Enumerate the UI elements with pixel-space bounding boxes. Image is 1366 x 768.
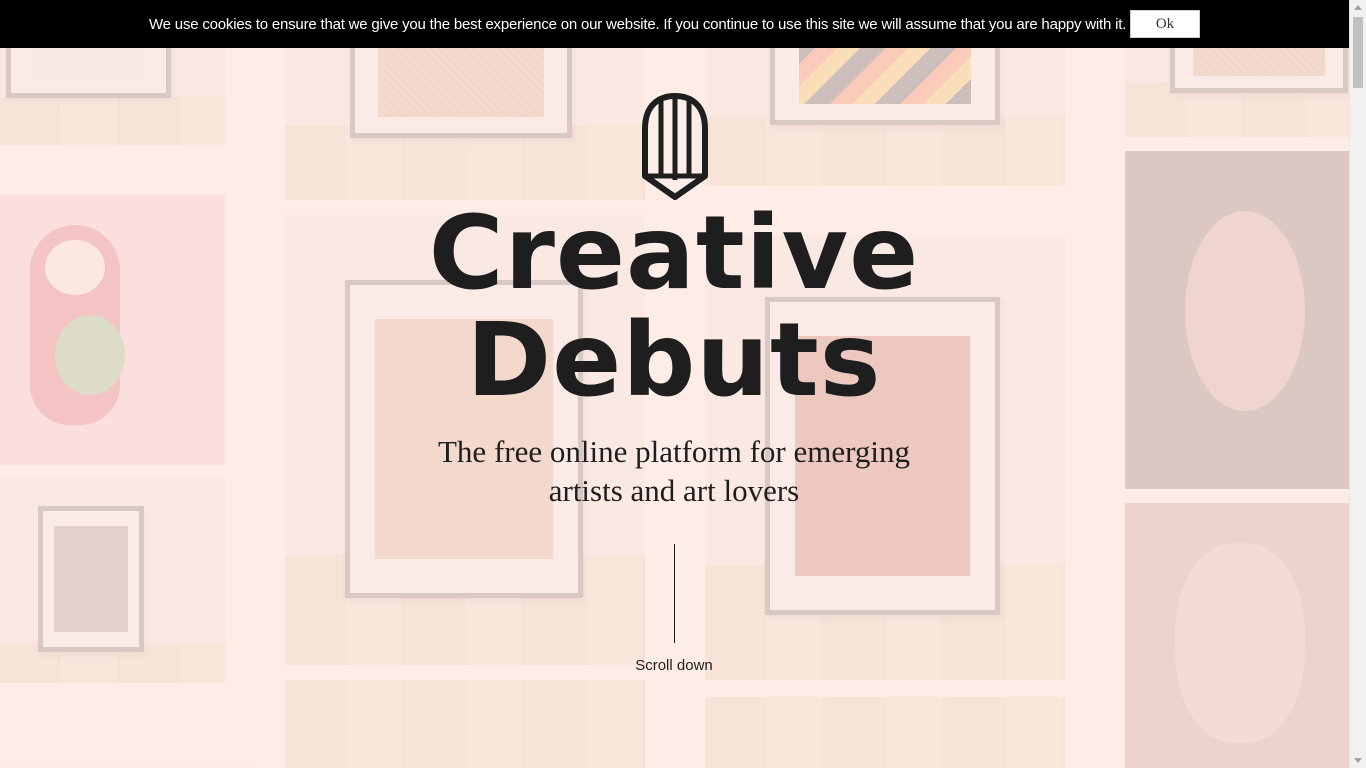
vertical-scrollbar[interactable]: [1349, 0, 1366, 768]
site-title-line1: Creative: [428, 194, 920, 313]
scroll-up-arrow-icon[interactable]: [1354, 5, 1362, 10]
hero-section: Creative Debuts The free online platform…: [0, 0, 1349, 768]
scroll-down-arrow-icon[interactable]: [1354, 758, 1362, 763]
cookie-ok-button[interactable]: Ok: [1130, 10, 1200, 38]
scroll-down-link[interactable]: Scroll down: [574, 657, 774, 674]
tagline-line2: artists and art lovers: [548, 473, 800, 508]
tagline-line1: The free online platform for emerging: [438, 434, 910, 469]
scroll-indicator-line: [674, 544, 675, 643]
cookie-message: We use cookies to ensure that we give yo…: [149, 16, 1127, 33]
scrollbar-thumb[interactable]: [1353, 17, 1363, 88]
cookie-consent-bar: We use cookies to ensure that we give yo…: [0, 0, 1349, 48]
tagline: The free online platform for emerging ar…: [374, 432, 974, 510]
pencil-logo-icon[interactable]: [641, 93, 709, 200]
site-title-line2: Debuts: [466, 301, 882, 420]
